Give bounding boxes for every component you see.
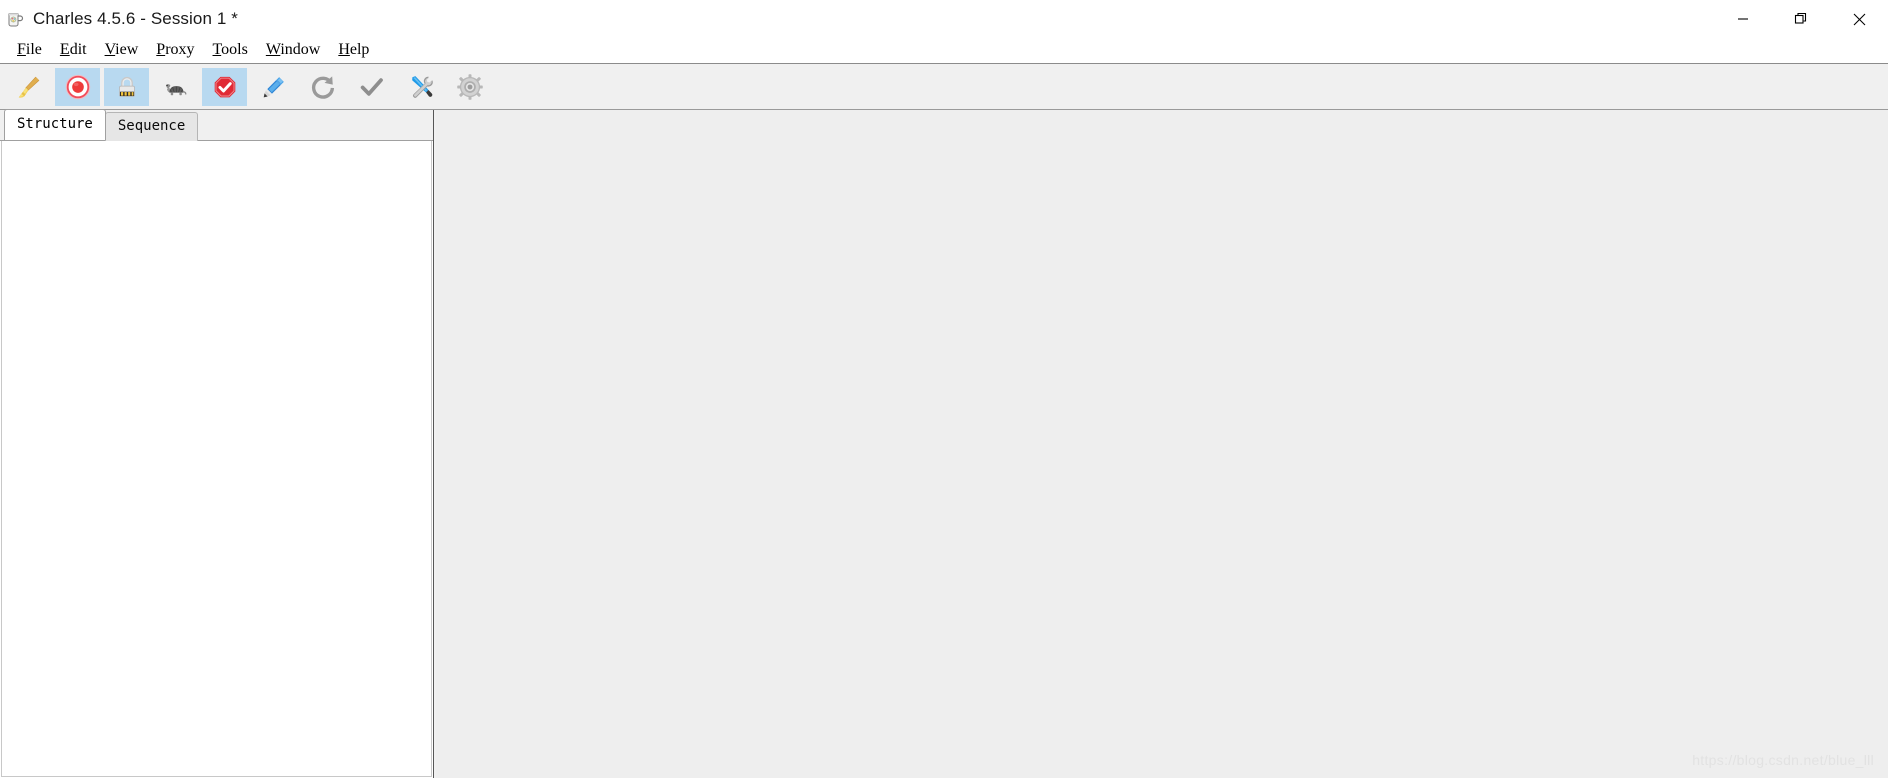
clear-session-button[interactable] xyxy=(6,68,51,106)
checkmark-icon xyxy=(360,77,383,96)
menu-rest: elp xyxy=(349,40,370,58)
menu-rest: ile xyxy=(25,40,42,58)
lock-icon xyxy=(118,76,135,97)
charles-main-window: Charles 4.5.6 - Session 1 * File Edit Vi… xyxy=(0,0,1888,778)
menu-item-help[interactable]: Help xyxy=(329,40,378,61)
left-panel-tabstrip: Structure Sequence xyxy=(0,109,433,141)
menu-mnemonic: T xyxy=(212,40,222,58)
pen-icon xyxy=(263,76,284,97)
main-content-area: Structure Sequence https://blog.csdn.net… xyxy=(0,109,1888,778)
structure-tree-view[interactable] xyxy=(1,141,432,777)
validate-button[interactable] xyxy=(349,68,394,106)
menu-mnemonic: P xyxy=(156,40,166,58)
left-panel: Structure Sequence xyxy=(0,109,433,778)
broom-icon xyxy=(18,76,39,98)
tab-sequence[interactable]: Sequence xyxy=(104,112,199,141)
menu-item-tools[interactable]: Tools xyxy=(204,40,257,61)
repeat-button[interactable] xyxy=(300,68,345,106)
menu-rest: indow xyxy=(280,40,321,58)
record-icon xyxy=(65,74,90,99)
tab-structure[interactable]: Structure xyxy=(4,109,106,140)
breakpoints-button[interactable] xyxy=(202,67,247,106)
toolbar xyxy=(0,63,1888,110)
stop-check-icon xyxy=(214,76,235,97)
charles-mug-icon xyxy=(5,10,25,30)
menu-item-edit[interactable]: Edit xyxy=(51,40,96,61)
menu-bar: File Edit View Proxy Tools Window Help xyxy=(0,38,1888,63)
start-stop-recording-button[interactable] xyxy=(55,67,100,106)
restore-icon xyxy=(1794,12,1807,24)
repeat-icon xyxy=(311,75,334,99)
close-icon xyxy=(1853,13,1865,25)
menu-rest: dit xyxy=(69,40,87,58)
gear-icon xyxy=(456,73,483,100)
close-button[interactable] xyxy=(1830,0,1888,38)
throttle-button[interactable] xyxy=(153,68,198,106)
menu-item-file[interactable]: File xyxy=(8,40,51,61)
menu-rest: ools xyxy=(221,40,248,58)
minimize-button[interactable] xyxy=(1714,0,1772,38)
minimize-icon xyxy=(1738,18,1748,20)
menu-mnemonic: H xyxy=(338,40,350,58)
settings-button[interactable] xyxy=(447,68,492,106)
watermark-text: https://blog.csdn.net/blue_lll xyxy=(1692,752,1874,768)
menu-rest: iew xyxy=(115,40,139,58)
restore-button[interactable] xyxy=(1772,0,1830,38)
turtle-icon xyxy=(165,83,186,95)
menu-mnemonic: E xyxy=(59,40,70,58)
right-panel[interactable]: https://blog.csdn.net/blue_lll xyxy=(436,110,1888,778)
menu-mnemonic: V xyxy=(104,40,116,58)
menu-item-view[interactable]: View xyxy=(96,40,148,61)
menu-mnemonic: W xyxy=(265,40,281,58)
compose-button[interactable] xyxy=(251,68,296,106)
wrench-screwdriver-icon xyxy=(411,75,433,98)
menu-mnemonic: F xyxy=(17,40,26,58)
menu-item-proxy[interactable]: Proxy xyxy=(147,40,203,61)
tools-button[interactable] xyxy=(398,68,443,106)
menu-item-window[interactable]: Window xyxy=(257,40,329,61)
window-controls xyxy=(1714,0,1888,38)
menu-rest: roxy xyxy=(165,40,195,58)
ssl-proxying-button[interactable] xyxy=(104,67,149,106)
title-bar: Charles 4.5.6 - Session 1 * xyxy=(0,0,1888,38)
window-title: Charles 4.5.6 - Session 1 * xyxy=(33,9,238,28)
